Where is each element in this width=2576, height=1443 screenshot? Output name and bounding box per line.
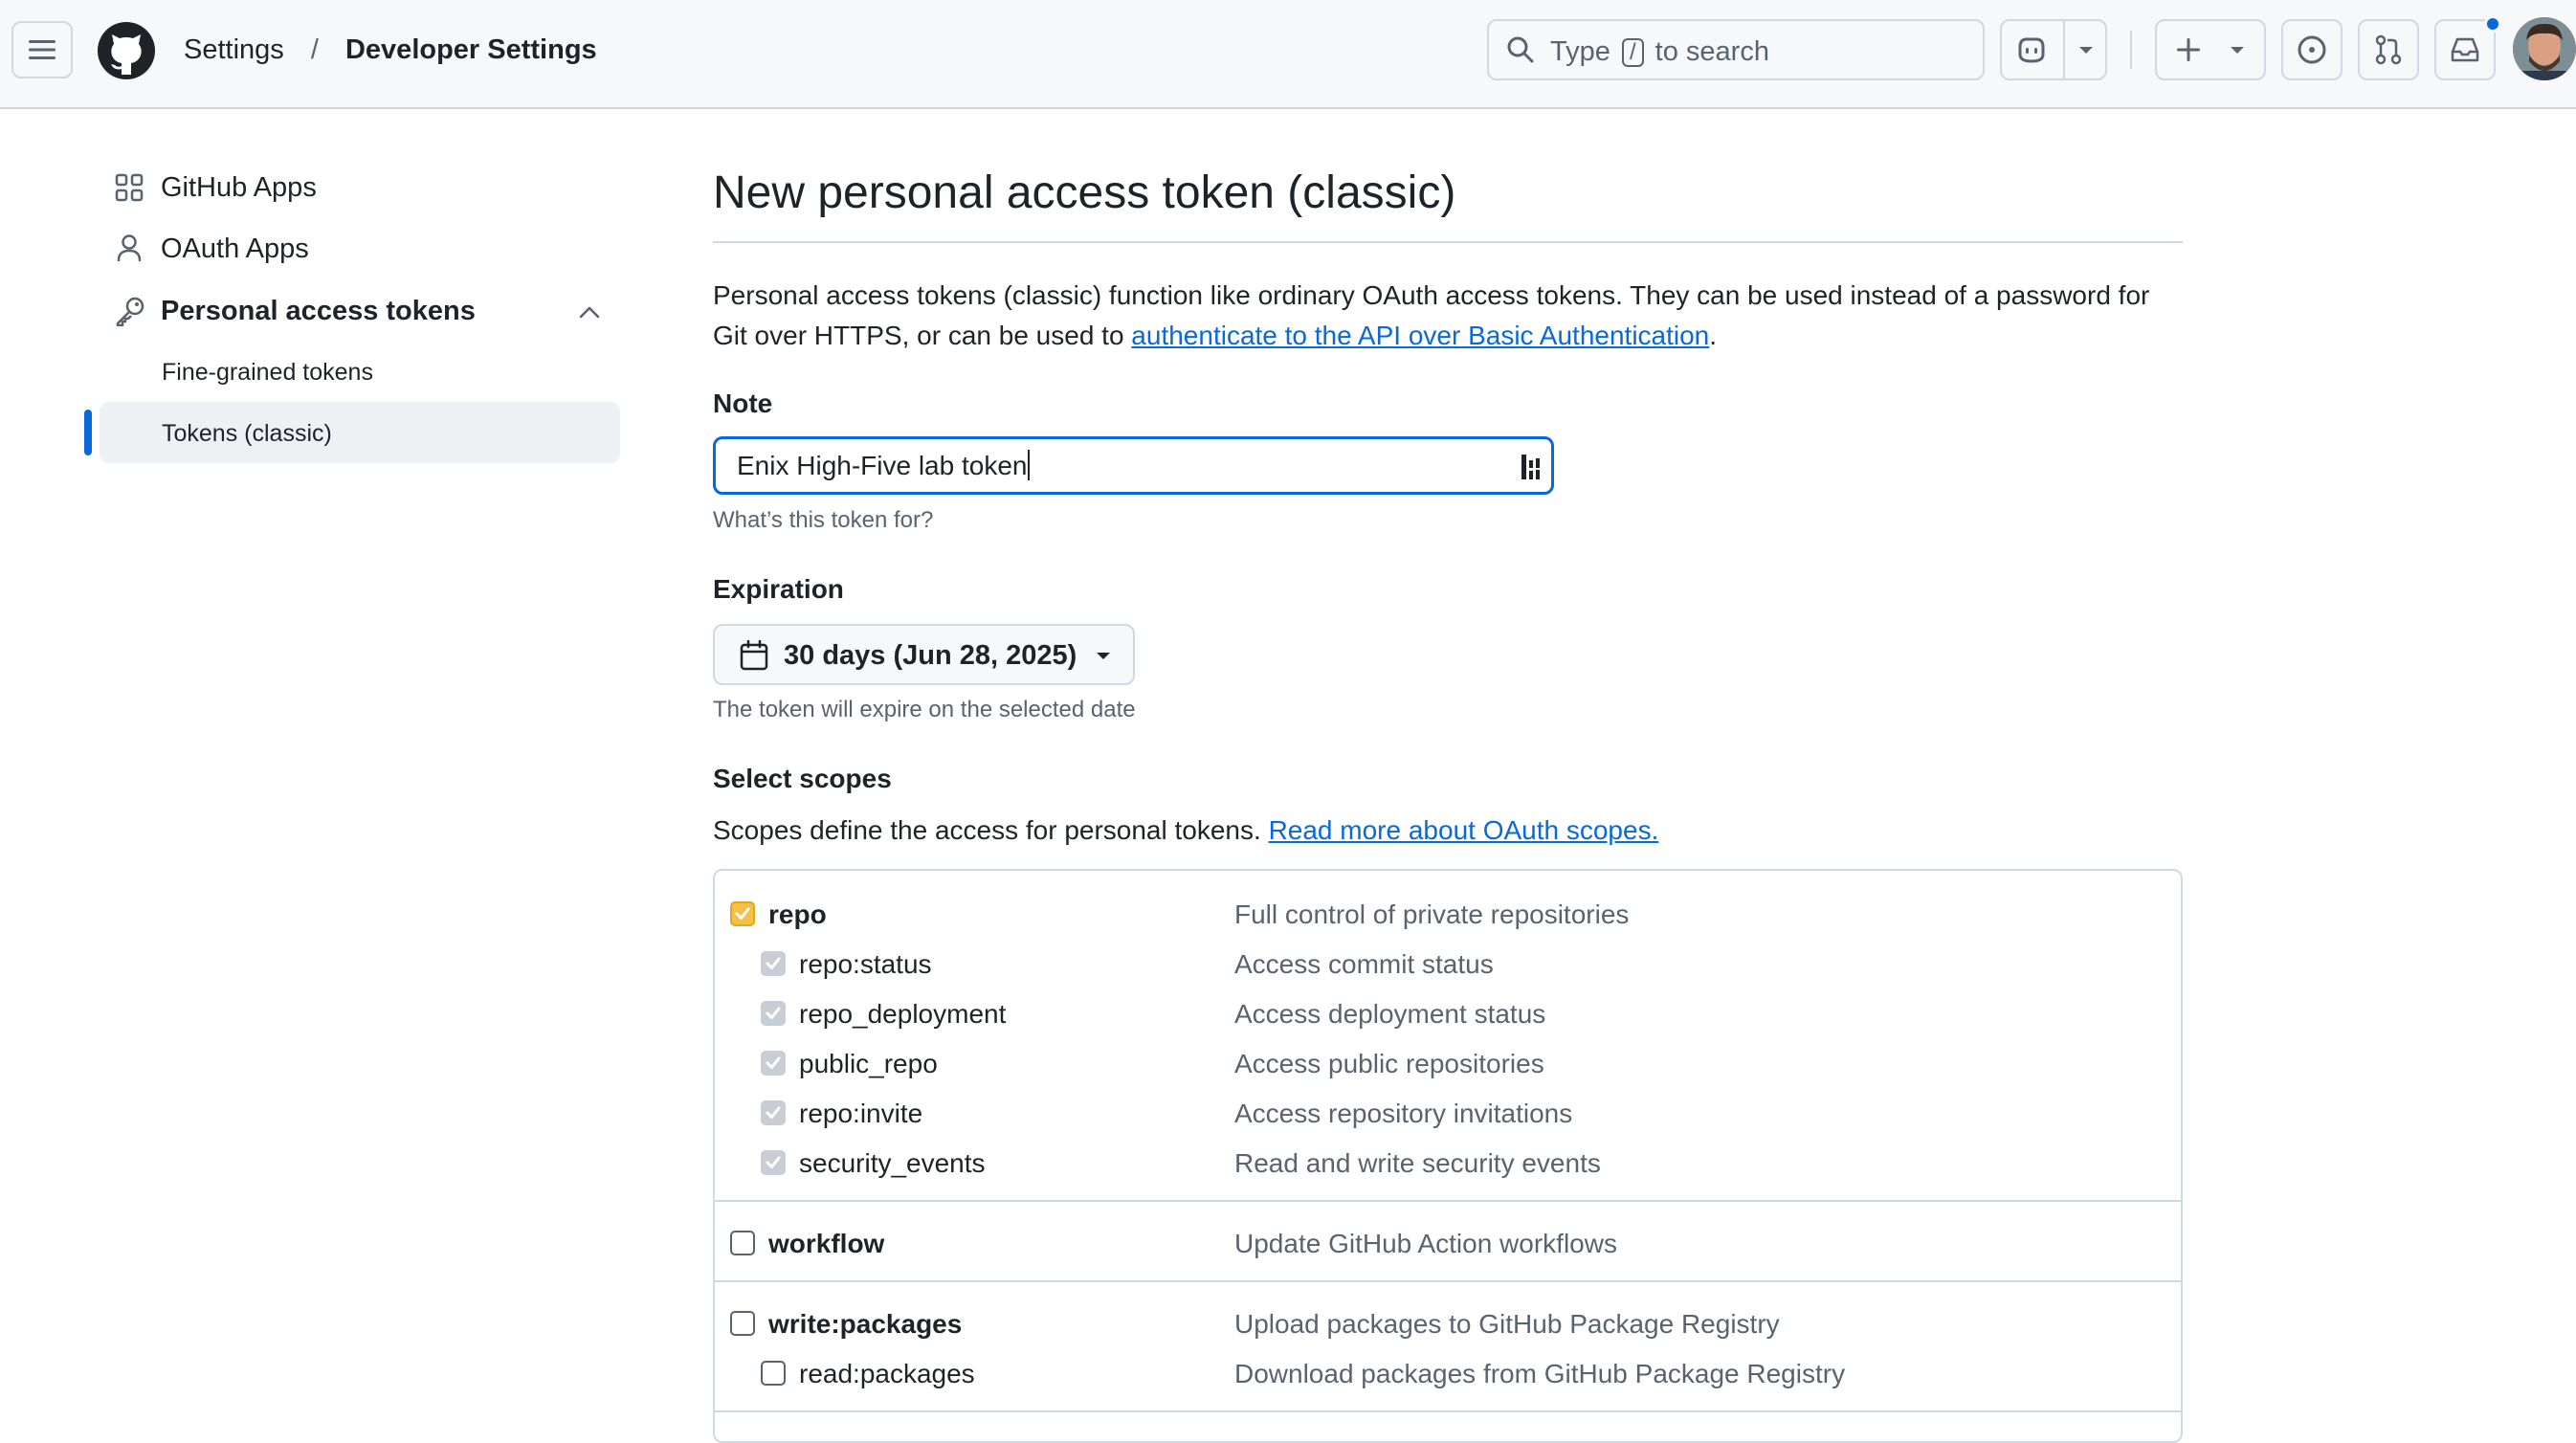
sidebar-item-github-apps[interactable]: GitHub Apps bbox=[115, 168, 612, 207]
scope-description: Access commit status bbox=[1234, 949, 1494, 979]
breadcrumb-separator: / bbox=[310, 34, 319, 65]
scope-name: read:packages bbox=[799, 1359, 975, 1388]
scope-row-public-repo: public_repo Access public repositories bbox=[715, 1045, 2181, 1083]
checkmark-icon bbox=[735, 907, 750, 920]
scope-checkbox-workflow[interactable] bbox=[730, 1231, 755, 1255]
scopes-table: repo Full control of private repositorie… bbox=[713, 869, 2183, 1443]
scope-description: Upload packages to GitHub Package Regist… bbox=[1234, 1309, 1780, 1339]
breadcrumb-developer-settings[interactable]: Developer Settings bbox=[345, 34, 597, 65]
scope-row-write-packages: write:packages Upload packages to GitHub… bbox=[715, 1305, 2181, 1343]
scope-row-read-packages: read:packages Download packages from Git… bbox=[715, 1355, 2181, 1393]
password-manager-icon[interactable] bbox=[1521, 453, 1544, 481]
scope-row-repo: repo Full control of private repositorie… bbox=[715, 896, 2181, 934]
scope-description: Access deployment status bbox=[1234, 999, 1546, 1029]
sidebar-item-label: GitHub Apps bbox=[161, 172, 317, 203]
basic-auth-link[interactable]: authenticate to the API over Basic Authe… bbox=[1131, 321, 1709, 350]
chevron-up-icon[interactable] bbox=[579, 305, 600, 319]
note-input-value: Enix High-Five lab token bbox=[737, 449, 1031, 483]
oauth-scopes-link[interactable]: Read more about OAuth scopes. bbox=[1269, 815, 1659, 845]
caret-down-icon bbox=[1097, 653, 1110, 659]
issues-button[interactable] bbox=[2281, 19, 2343, 80]
scope-description: Access repository invitations bbox=[1234, 1099, 1573, 1128]
scope-name: public_repo bbox=[799, 1049, 938, 1078]
scope-name: workflow bbox=[768, 1229, 885, 1258]
pull-request-icon bbox=[2375, 34, 2402, 65]
text-caret bbox=[1028, 450, 1031, 480]
intro-paragraph: Personal access tokens (classic) functio… bbox=[713, 276, 2177, 356]
scope-checkbox-repo-invite[interactable] bbox=[761, 1100, 786, 1125]
note-value-text: Enix High-Five lab token bbox=[737, 451, 1028, 480]
intro-end: . bbox=[1709, 321, 1718, 350]
scopes-description: Scopes define the access for personal to… bbox=[713, 811, 1658, 850]
scope-description: Full control of private repositories bbox=[1234, 899, 1630, 929]
expiration-dropdown[interactable]: 30 days (Jun 28, 2025) bbox=[713, 624, 1135, 685]
title-divider bbox=[713, 241, 2183, 243]
scope-description: Update GitHub Action workflows bbox=[1234, 1229, 1617, 1258]
checkmark-icon bbox=[766, 1007, 781, 1019]
apps-grid-icon bbox=[115, 173, 144, 202]
sidebar-item-oauth-apps[interactable]: OAuth Apps bbox=[115, 230, 612, 268]
sidebar-subitem-fine-grained-tokens[interactable]: Fine-grained tokens bbox=[162, 356, 373, 388]
scope-row-workflow: workflow Update GitHub Action workflows bbox=[715, 1225, 2181, 1263]
calendar-icon bbox=[740, 640, 768, 671]
scope-checkbox-public-repo[interactable] bbox=[761, 1051, 786, 1076]
sidebar-item-personal-access-tokens[interactable]: Personal access tokens bbox=[115, 292, 612, 330]
scope-description: Download packages from GitHub Package Re… bbox=[1234, 1359, 1846, 1388]
expiration-label: Expiration bbox=[713, 574, 844, 604]
checkmark-icon bbox=[766, 1056, 781, 1069]
checkmark-icon bbox=[766, 1156, 781, 1168]
scope-row-repo-status: repo:status Access commit status bbox=[715, 945, 2181, 984]
checkmark-icon bbox=[766, 957, 781, 969]
scope-name: repo bbox=[768, 899, 827, 929]
scope-checkbox-read-packages[interactable] bbox=[761, 1361, 786, 1386]
github-logo-icon[interactable] bbox=[97, 21, 156, 80]
chevron-down-icon bbox=[2231, 47, 2244, 54]
page-title: New personal access token (classic) bbox=[713, 167, 1456, 218]
scope-name: repo:invite bbox=[799, 1099, 923, 1128]
scope-group-divider bbox=[715, 1410, 2181, 1412]
scope-description: Access public repositories bbox=[1234, 1049, 1544, 1078]
sidebar-item-label: Personal access tokens bbox=[161, 296, 476, 326]
main-content: New personal access token (classic) Pers… bbox=[713, 0, 2183, 1443]
inbox-icon bbox=[2451, 37, 2479, 62]
expiration-value: 30 days (Jun 28, 2025) bbox=[784, 640, 1077, 671]
scope-checkbox-repo-deployment[interactable] bbox=[761, 1001, 786, 1026]
notification-dot bbox=[2484, 15, 2501, 33]
scopes-label: Select scopes bbox=[713, 764, 892, 793]
scope-row-repo-invite: repo:invite Access repository invitation… bbox=[715, 1095, 2181, 1133]
sidebar-item-label: OAuth Apps bbox=[161, 233, 309, 264]
sidebar-active-indicator bbox=[84, 410, 92, 455]
sidebar-subitem-tokens-classic[interactable]: Tokens (classic) bbox=[162, 417, 332, 450]
key-icon bbox=[116, 297, 144, 326]
person-icon bbox=[117, 234, 142, 262]
note-hint: What’s this token for? bbox=[713, 507, 934, 533]
breadcrumb-settings[interactable]: Settings bbox=[184, 34, 284, 65]
scope-checkbox-security-events[interactable] bbox=[761, 1150, 786, 1175]
scope-description: Read and write security events bbox=[1234, 1148, 1601, 1178]
expiration-hint: The token will expire on the selected da… bbox=[713, 697, 1136, 722]
page: Settings / Developer Settings Type / to … bbox=[0, 0, 2576, 1443]
avatar[interactable] bbox=[2513, 17, 2576, 80]
scope-name: security_events bbox=[799, 1148, 986, 1178]
scope-checkbox-repo-status[interactable] bbox=[761, 951, 786, 976]
scope-name: repo_deployment bbox=[799, 999, 1007, 1029]
scope-name: write:packages bbox=[768, 1309, 963, 1339]
scope-checkbox-repo[interactable] bbox=[730, 901, 755, 926]
breadcrumb: Settings / Developer Settings bbox=[184, 31, 597, 69]
checkmark-icon bbox=[766, 1106, 781, 1119]
scope-row-security-events: security_events Read and write security … bbox=[715, 1144, 2181, 1183]
menu-button[interactable] bbox=[11, 21, 73, 78]
pull-requests-button[interactable] bbox=[2358, 19, 2419, 80]
hamburger-icon bbox=[29, 40, 56, 59]
issue-opened-icon bbox=[2298, 35, 2326, 64]
scope-group-divider bbox=[715, 1200, 2181, 1202]
note-label: Note bbox=[713, 388, 773, 418]
scope-group-divider bbox=[715, 1280, 2181, 1282]
scopes-description-text: Scopes define the access for personal to… bbox=[713, 815, 1269, 845]
scope-row-repo-deployment: repo_deployment Access deployment status bbox=[715, 995, 2181, 1033]
scope-name: repo:status bbox=[799, 949, 932, 979]
note-input[interactable]: Enix High-Five lab token bbox=[713, 436, 1554, 495]
scope-checkbox-write-packages[interactable] bbox=[730, 1311, 755, 1336]
